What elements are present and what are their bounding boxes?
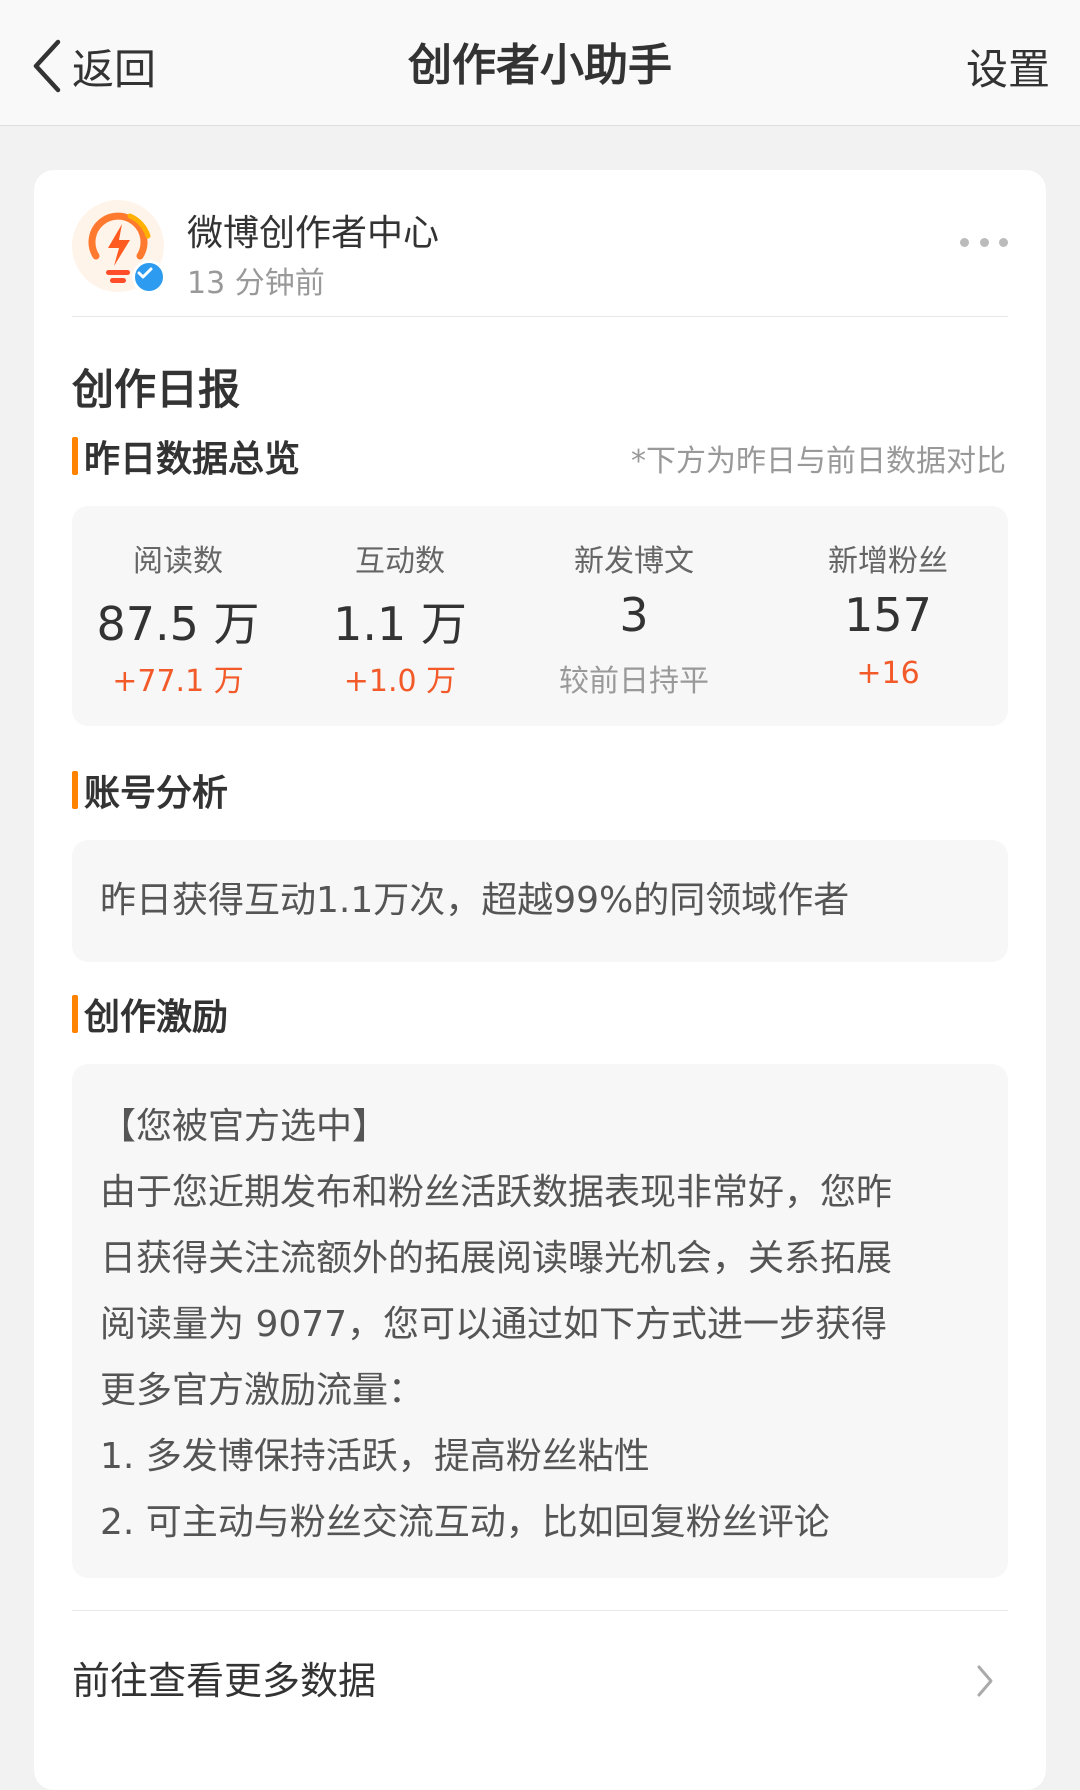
incentive-line: 1. 多发博保持活跃，提高粉丝粘性 bbox=[100, 1436, 650, 1477]
nav-bar: 返回 创作者小助手 设置 bbox=[0, 0, 1080, 126]
account-name[interactable]: 微博创作者中心 bbox=[187, 204, 439, 256]
incentive-line: 日获得关注流额外的拓展阅读曝光机会，关系拓展 bbox=[100, 1238, 893, 1279]
stat-label: 新发博文 bbox=[574, 544, 694, 579]
verified-badge bbox=[132, 260, 166, 294]
stat-delta: +16 bbox=[856, 656, 920, 691]
overview-heading: 昨日数据总览 bbox=[72, 434, 300, 480]
section-accent-bar bbox=[72, 771, 78, 809]
incentive-heading-text: 创作激励 bbox=[84, 997, 229, 1038]
stats-panel: 阅读数 87.5 万 +77.1 万 互动数 1.1 万 +1.0 万 新发博文… bbox=[72, 506, 1008, 726]
stat-label: 互动数 bbox=[355, 544, 445, 579]
stat-interactions: 互动数 1.1 万 +1.0 万 bbox=[300, 506, 500, 726]
analysis-heading: 账号分析 bbox=[72, 768, 228, 814]
divider bbox=[72, 1610, 1008, 1611]
dot-icon bbox=[999, 237, 1008, 247]
stat-label: 阅读数 bbox=[133, 544, 223, 579]
analysis-text: 昨日获得互动1.1万次，超越99%的同领域作者 bbox=[72, 840, 1008, 962]
stat-label: 新增粉丝 bbox=[828, 544, 948, 579]
comparison-note: *下方为昨日与前日数据对比 bbox=[631, 444, 1006, 479]
stat-value: 157 bbox=[844, 588, 932, 642]
post-time: 13 分钟前 bbox=[187, 266, 325, 301]
stat-value: 87.5 万 bbox=[96, 597, 260, 651]
overview-heading-text: 昨日数据总览 bbox=[84, 439, 301, 480]
incentive-panel: 【您被官方选中】 由于您近期发布和粉丝活跃数据表现非常好，您昨 日获得关注流额外… bbox=[72, 1064, 1008, 1578]
incentive-line: 2. 可主动与粉丝交流互动，比如回复粉丝评论 bbox=[100, 1502, 830, 1543]
stat-value: 1.1 万 bbox=[333, 597, 467, 651]
daily-report-card: 微博创作者中心 13 分钟前 创作日报 昨日数据总览 *下方为昨日与前日数据对比… bbox=[34, 170, 1046, 1790]
page-title: 创作者小助手 bbox=[408, 40, 672, 91]
stat-reads: 阅读数 87.5 万 +77.1 万 bbox=[78, 506, 278, 726]
section-accent-bar bbox=[72, 437, 78, 475]
stat-delta: +77.1 万 bbox=[112, 664, 244, 699]
chevron-right-icon bbox=[977, 1665, 993, 1697]
incentive-line: 由于您近期发布和粉丝活跃数据表现非常好，您昨 bbox=[100, 1172, 893, 1213]
view-more-data-link[interactable]: 前往查看更多数据 bbox=[72, 1650, 1008, 1712]
stat-delta: +1.0 万 bbox=[343, 664, 457, 699]
divider bbox=[72, 316, 1008, 317]
daily-report-title: 创作日报 bbox=[72, 365, 241, 414]
stat-delta: 较前日持平 bbox=[559, 664, 709, 699]
incentive-line: 阅读量为 9077，您可以通过如下方式进一步获得 bbox=[100, 1304, 888, 1345]
view-more-data-label: 前往查看更多数据 bbox=[72, 1659, 377, 1703]
stat-new-followers: 新增粉丝 157 +16 bbox=[778, 506, 998, 726]
incentive-line: 更多官方激励流量： bbox=[100, 1370, 425, 1411]
check-icon bbox=[137, 267, 153, 279]
incentive-heading: 创作激励 bbox=[72, 992, 228, 1038]
section-accent-bar bbox=[72, 995, 78, 1033]
stat-new-posts: 新发博文 3 较前日持平 bbox=[514, 506, 754, 726]
more-options-button[interactable] bbox=[960, 232, 1008, 252]
dot-icon bbox=[960, 237, 969, 247]
avatar[interactable] bbox=[72, 200, 166, 294]
dot-icon bbox=[979, 237, 989, 247]
stat-value: 3 bbox=[619, 588, 649, 642]
analysis-heading-text: 账号分析 bbox=[84, 773, 229, 814]
settings-button[interactable]: 设置 bbox=[966, 40, 1050, 100]
incentive-line: 【您被官方选中】 bbox=[100, 1106, 389, 1147]
post-header: 微博创作者中心 13 分钟前 bbox=[72, 200, 1008, 318]
